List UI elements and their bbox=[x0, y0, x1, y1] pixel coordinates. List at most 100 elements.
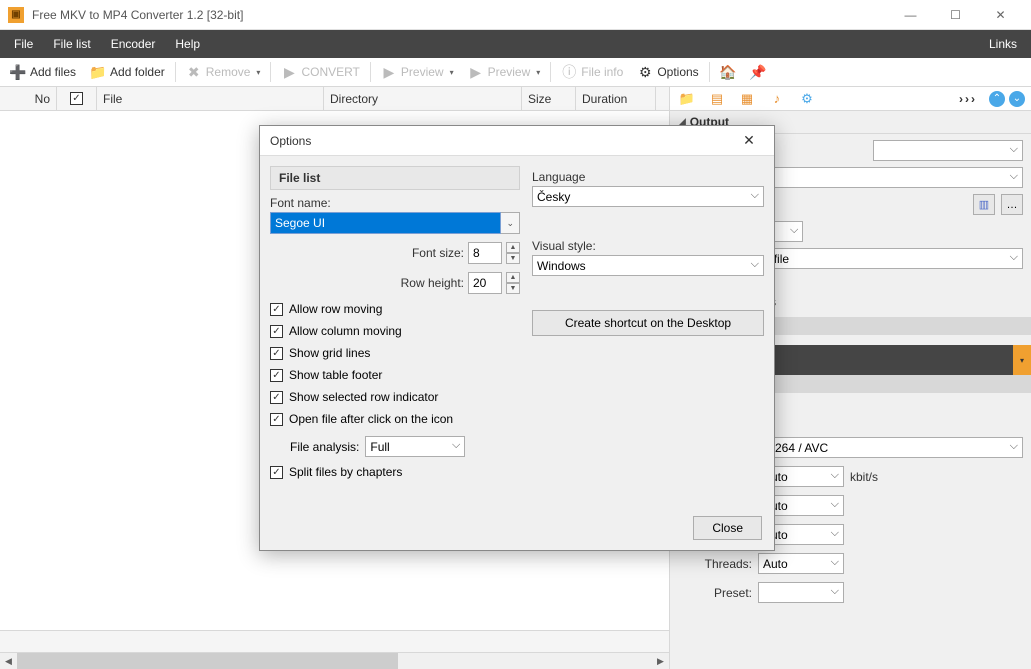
tab-folder[interactable]: 📁 bbox=[674, 89, 700, 109]
create-shortcut-button[interactable]: Create shortcut on the Desktop bbox=[532, 310, 764, 336]
scroll-left-button[interactable]: ◀ bbox=[0, 653, 17, 669]
play-icon: ▶ bbox=[468, 64, 484, 80]
add-folder-button[interactable]: 📁 Add folder bbox=[84, 61, 171, 83]
preview1-button[interactable]: ▶Preview▾ bbox=[375, 61, 460, 83]
language-select[interactable]: Česky bbox=[532, 186, 764, 207]
window-title: Free MKV to MP4 Converter 1.2 [32-bit] bbox=[32, 8, 243, 22]
close-button[interactable]: Close bbox=[693, 516, 762, 540]
row-height-down[interactable]: ▼ bbox=[506, 283, 520, 294]
options-button[interactable]: ⚙Options bbox=[631, 61, 704, 83]
font-name-input[interactable] bbox=[270, 212, 501, 234]
scroll-down-button[interactable]: ⌄ bbox=[1009, 91, 1025, 107]
toolbar: ➕Add files 📁 Add folder ✖ Remove ▾ ▶ CONVERT… bbox=[0, 58, 1031, 87]
threads-label: Threads: bbox=[678, 557, 752, 571]
pin-icon: 📌 bbox=[750, 64, 766, 80]
bitrate-unit: kbit/s bbox=[850, 470, 878, 484]
col-duration[interactable]: Duration bbox=[576, 87, 656, 110]
col-checkbox[interactable]: ✓ bbox=[57, 87, 97, 110]
dialog-title: Options bbox=[270, 134, 311, 148]
scroll-right-button[interactable]: ▶ bbox=[652, 653, 669, 669]
remove-icon: ✖ bbox=[186, 64, 202, 80]
col-file[interactable]: File bbox=[97, 87, 324, 110]
browse-button[interactable]: … bbox=[1001, 194, 1023, 215]
remove-label: Remove bbox=[206, 65, 251, 79]
chk-grid-lines[interactable]: ✓ bbox=[270, 347, 283, 360]
menu-file-list[interactable]: File list bbox=[43, 30, 100, 58]
chk-col-moving-label: Allow column moving bbox=[289, 324, 402, 338]
scroll-up-button[interactable]: ⌃ bbox=[989, 91, 1005, 107]
tab-document[interactable]: ▤ bbox=[704, 89, 730, 109]
font-name-label: Font name: bbox=[270, 196, 520, 210]
dest-select[interactable] bbox=[873, 140, 1023, 161]
visual-style-label: Visual style: bbox=[532, 239, 764, 253]
app-icon: ▣ bbox=[8, 7, 24, 23]
file-analysis-select[interactable]: Full bbox=[365, 436, 465, 457]
chk-row-moving[interactable]: ✓ bbox=[270, 303, 283, 316]
col-no[interactable]: No bbox=[0, 87, 57, 110]
info-icon: ⓘ bbox=[561, 64, 577, 80]
chevron-down-icon: ▾ bbox=[256, 68, 260, 77]
chk-row-indicator[interactable]: ✓ bbox=[270, 391, 283, 404]
settings-dropdown[interactable]: ▾ bbox=[1013, 345, 1031, 375]
scroll-thumb[interactable] bbox=[17, 653, 398, 669]
close-button[interactable]: ✕ bbox=[978, 0, 1023, 30]
grid-header: No ✓ File Directory Size Duration bbox=[0, 87, 669, 111]
edit-path-button[interactable]: ▥ bbox=[973, 194, 995, 215]
language-label: Language bbox=[532, 170, 764, 184]
maximize-button[interactable]: ☐ bbox=[933, 0, 978, 30]
font-size-up[interactable]: ▲ bbox=[506, 242, 520, 253]
chk-open-file-label: Open file after click on the icon bbox=[289, 412, 453, 426]
menubar: File File list Encoder Help Links bbox=[0, 30, 1031, 58]
chk-table-footer-label: Show table footer bbox=[289, 368, 382, 382]
play-circle-icon: ▶ bbox=[281, 64, 297, 80]
minimize-button[interactable]: — bbox=[888, 0, 933, 30]
file-info-button[interactable]: ⓘ File info bbox=[555, 61, 629, 83]
font-name-dropdown[interactable]: ⌄ bbox=[501, 212, 520, 234]
add-files-label: Add files bbox=[30, 65, 76, 79]
home-icon: 🏠 bbox=[720, 64, 736, 80]
pin-button[interactable]: 📌 bbox=[744, 61, 772, 83]
col-directory[interactable]: Directory bbox=[324, 87, 522, 110]
expand-tabs[interactable]: ››› bbox=[951, 92, 985, 106]
menu-help[interactable]: Help bbox=[165, 30, 210, 58]
chk-row-moving-label: Allow row moving bbox=[289, 302, 382, 316]
play-icon: ▶ bbox=[381, 64, 397, 80]
col-size[interactable]: Size bbox=[522, 87, 576, 110]
row-height-input[interactable] bbox=[468, 272, 502, 294]
chk-open-file[interactable]: ✓ bbox=[270, 413, 283, 426]
tab-audio[interactable]: ♪ bbox=[764, 89, 790, 109]
font-size-input[interactable] bbox=[468, 242, 502, 264]
gear-icon: ⚙ bbox=[637, 64, 653, 80]
horizontal-scrollbar[interactable]: ◀ ▶ bbox=[0, 652, 669, 669]
codec-select[interactable]: H.264 / AVC bbox=[758, 437, 1023, 458]
folder-plus-icon: 📁 bbox=[90, 64, 106, 80]
dialog-close-button[interactable]: ✕ bbox=[734, 132, 764, 149]
convert-label: CONVERT bbox=[301, 65, 359, 79]
grid-footer bbox=[0, 630, 669, 652]
menu-encoder[interactable]: Encoder bbox=[101, 30, 166, 58]
tab-video[interactable]: ▦ bbox=[734, 89, 760, 109]
font-size-down[interactable]: ▼ bbox=[506, 253, 520, 264]
convert-button[interactable]: ▶ CONVERT bbox=[275, 61, 365, 83]
chk-split[interactable]: ✓ bbox=[270, 466, 283, 479]
visual-style-select[interactable]: Windows bbox=[532, 255, 764, 276]
threads-select[interactable]: Auto bbox=[758, 553, 844, 574]
font-size-label: Font size: bbox=[412, 246, 464, 260]
add-folder-label: Add folder bbox=[110, 65, 165, 79]
preset-select[interactable] bbox=[758, 582, 844, 603]
preset-label: Preset: bbox=[678, 586, 752, 600]
home-button[interactable]: 🏠 bbox=[714, 61, 742, 83]
header-checkbox[interactable]: ✓ bbox=[70, 92, 83, 105]
row-height-up[interactable]: ▲ bbox=[506, 272, 520, 283]
tab-settings[interactable]: ⚙ bbox=[794, 89, 820, 109]
remove-button[interactable]: ✖ Remove ▾ bbox=[180, 61, 267, 83]
file-info-label: File info bbox=[581, 65, 623, 79]
chk-table-footer[interactable]: ✓ bbox=[270, 369, 283, 382]
chk-col-moving[interactable]: ✓ bbox=[270, 325, 283, 338]
preview2-button[interactable]: ▶Preview▾ bbox=[462, 61, 547, 83]
menu-links[interactable]: Links bbox=[979, 30, 1027, 58]
row-height-label: Row height: bbox=[401, 276, 464, 290]
file-list-group-header: File list bbox=[270, 166, 520, 190]
add-files-button[interactable]: ➕Add files bbox=[4, 61, 82, 83]
menu-file[interactable]: File bbox=[4, 30, 43, 58]
